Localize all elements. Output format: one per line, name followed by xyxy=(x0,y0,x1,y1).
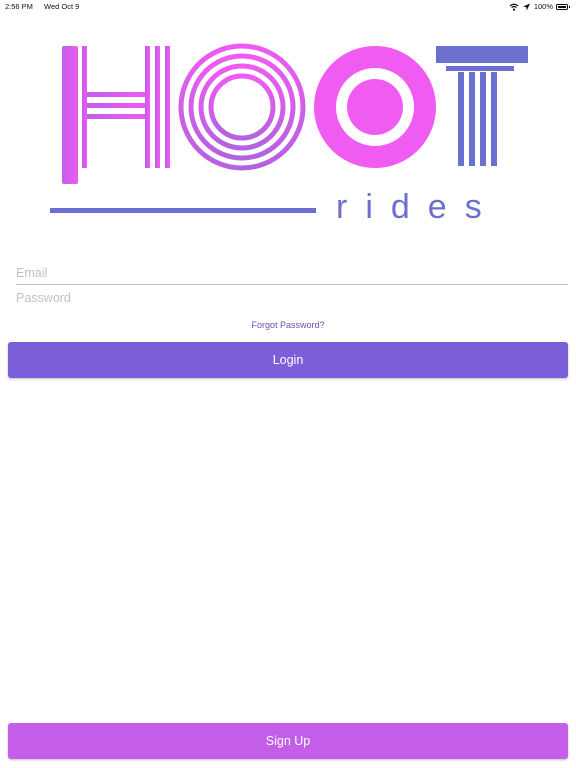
wifi-icon xyxy=(509,3,519,11)
logo-letter-t xyxy=(436,46,528,166)
location-arrow-icon xyxy=(522,3,530,10)
signup-button[interactable]: Sign Up xyxy=(8,723,568,759)
status-right: 100% xyxy=(509,0,570,13)
password-input[interactable] xyxy=(16,287,568,309)
battery-percent: 100% xyxy=(533,2,553,11)
status-bar: 2:56 PM Wed Oct 9 100% xyxy=(0,0,576,14)
forgot-password-link[interactable]: Forgot Password? xyxy=(0,319,576,331)
logo-letter-o-solid xyxy=(314,46,436,168)
email-input[interactable] xyxy=(16,262,568,285)
login-button[interactable]: Login xyxy=(8,342,568,378)
status-date: Wed Oct 9 xyxy=(44,2,80,11)
logo-underline xyxy=(50,208,316,213)
logo-subtitle: rides xyxy=(336,188,500,226)
logo-letter-h xyxy=(62,46,170,184)
battery-icon xyxy=(556,3,570,10)
status-left: 2:56 PM Wed Oct 9 xyxy=(5,0,79,13)
status-time: 2:56 PM xyxy=(5,2,33,11)
logo-letter-o-rings xyxy=(178,43,306,171)
